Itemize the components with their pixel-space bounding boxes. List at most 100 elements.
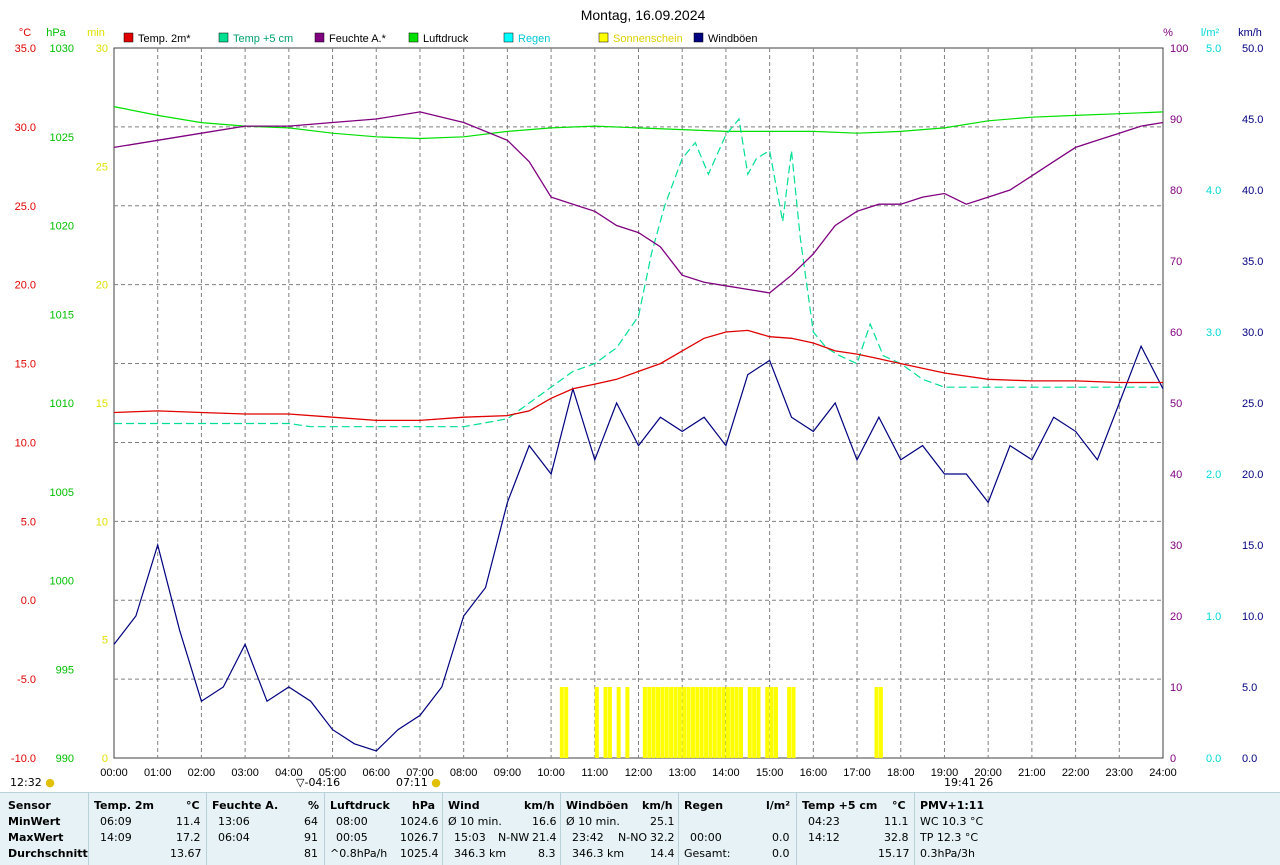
- humidity-tick-label: 60: [1170, 327, 1182, 339]
- stats-row-min: MinWert: [8, 815, 61, 828]
- temp-tick-label: -5.0: [17, 674, 36, 686]
- pressure-tick-label: 990: [56, 753, 74, 765]
- sunshine-bar: [660, 687, 665, 758]
- time-tick-label: 03:00: [231, 767, 259, 779]
- time-tick-label: 22:00: [1062, 767, 1090, 779]
- sunshine-bar: [874, 687, 879, 758]
- stats-pressure: Luftdruck hPa 08:00 1024.6 00:05 1026.7 …: [330, 799, 439, 860]
- sun-tick-label: 30: [96, 43, 108, 55]
- wind-tick-label: 20.0: [1242, 469, 1263, 481]
- stats-sensor-title: Sensor: [8, 799, 51, 812]
- humidity-tick-label: 100: [1170, 43, 1188, 55]
- wind-tick-label: 30.0: [1242, 327, 1263, 339]
- sunshine-bar: [682, 687, 687, 758]
- sunshine-bar: [734, 687, 739, 758]
- sunshine-bar: [607, 687, 612, 758]
- legend-label: Luftdruck: [423, 33, 469, 45]
- wind-tick-label: 40.0: [1242, 185, 1263, 197]
- time-tick-label: 15:00: [756, 767, 784, 779]
- legend-label: Temp +5 cm: [233, 33, 293, 45]
- sunshine-bar: [559, 687, 564, 758]
- wind-tick-label: 15.0: [1242, 540, 1263, 552]
- humidity-tick-label: 50: [1170, 398, 1182, 410]
- legend-label: Regen: [518, 33, 550, 45]
- stats-temp: Temp. 2m °C 06:09 11.4 14:09 17.2 13.67: [94, 799, 202, 860]
- sunshine-bar: [769, 687, 774, 758]
- temp-tick-label: 0.0: [21, 595, 36, 607]
- sun-axis-unit: min: [87, 27, 105, 39]
- stats-row-avg: Durchschnitt: [8, 847, 88, 860]
- sunshine-bar: [647, 687, 652, 758]
- time-tick-label: 11:00: [581, 767, 608, 779]
- sun-tick-label: 20: [96, 280, 108, 292]
- sunshine-bar: [677, 687, 682, 758]
- sunshine-bar: [725, 687, 730, 758]
- time-tick-label: 10:00: [537, 767, 565, 779]
- humidity-tick-label: 10: [1170, 682, 1182, 694]
- sunset-marker: 19:41 26: [944, 776, 994, 789]
- sunshine-bar: [673, 687, 678, 758]
- sunshine-bar: [765, 687, 770, 758]
- legend-label: Feuchte A.*: [329, 33, 387, 45]
- time-tick-label: 00:00: [100, 767, 128, 779]
- pressure-axis-unit: hPa: [46, 27, 66, 39]
- temp-tick-label: 10.0: [15, 437, 36, 449]
- legend-swatch: [314, 32, 325, 43]
- wind-tick-label: 5.0: [1242, 682, 1257, 694]
- sunshine-bar: [651, 687, 656, 758]
- sunshine-bar: [730, 687, 735, 758]
- time-tick-label: 16:00: [800, 767, 828, 779]
- rain-axis-unit: l/m²: [1201, 27, 1220, 39]
- legend-swatch: [503, 32, 514, 43]
- corner-time: 12:32 ●: [10, 776, 55, 789]
- time-tick-label: 23:00: [1106, 767, 1134, 779]
- sun-tick-label: 15: [96, 398, 108, 410]
- sunshine-bar: [712, 687, 717, 758]
- wind-tick-label: 10.0: [1242, 611, 1263, 623]
- humidity-tick-label: 20: [1170, 611, 1182, 623]
- pressure-tick-label: 1030: [50, 43, 74, 55]
- time-tick-label: 14:00: [712, 767, 740, 779]
- sunshine-bar: [655, 687, 660, 758]
- wind-axis-unit: km/h: [1238, 27, 1262, 39]
- rain-tick-label: 0.0: [1206, 753, 1221, 765]
- legend-swatch: [408, 32, 419, 43]
- wind-tick-label: 0.0: [1242, 753, 1257, 765]
- legend-swatch: [123, 32, 134, 43]
- humidity-tick-label: 40: [1170, 469, 1182, 481]
- sunrise-marker: 07:11 ●: [396, 776, 441, 789]
- sunshine-bar: [695, 687, 700, 758]
- temp-axis-unit: °C: [19, 27, 31, 39]
- pressure-tick-label: 1020: [50, 221, 74, 233]
- pressure-tick-label: 1015: [50, 309, 74, 321]
- time-tick-label: 24:00: [1149, 767, 1177, 779]
- pressure-tick-label: 1005: [50, 487, 74, 499]
- legend-swatch: [218, 32, 229, 43]
- legend-swatch: [693, 32, 704, 43]
- temp-tick-label: 30.0: [15, 122, 36, 134]
- stats-panel: Sensor MinWert MaxWert Durchschnitt Temp…: [0, 792, 1280, 865]
- pressure-tick-label: 1025: [50, 132, 74, 144]
- sunshine-bar: [717, 687, 722, 758]
- sunshine-bar: [747, 687, 752, 758]
- stats-rain: Regen l/m² 00:00 0.0 Gesamt: 0.0: [684, 799, 791, 860]
- time-tick-label: 08:00: [450, 767, 478, 779]
- temp-tick-label: 35.0: [15, 43, 36, 55]
- sunshine-bar: [690, 687, 695, 758]
- moonrise-marker: ▽-04:16: [296, 776, 341, 789]
- sunshine-bar: [699, 687, 704, 758]
- time-tick-label: 12:00: [625, 767, 653, 779]
- sunshine-bar: [625, 687, 630, 758]
- sunshine-bar: [773, 687, 778, 758]
- wind-tick-label: 35.0: [1242, 256, 1263, 268]
- stats-sensor: Sensor MinWert MaxWert Durchschnitt: [8, 793, 88, 865]
- legend-swatch: [598, 32, 609, 43]
- humidity-tick-label: 90: [1170, 114, 1182, 126]
- legend-label: Temp. 2m*: [138, 33, 191, 45]
- time-tick-label: 18:00: [887, 767, 915, 779]
- wind-tick-label: 45.0: [1242, 114, 1263, 126]
- temp-tick-label: -10.0: [11, 753, 36, 765]
- sunshine-bar: [686, 687, 691, 758]
- pressure-tick-label: 1010: [50, 398, 74, 410]
- stats-wind: Wind km/h Ø 10 min. 16.6 15:03 N-NW 21.4…: [448, 799, 557, 860]
